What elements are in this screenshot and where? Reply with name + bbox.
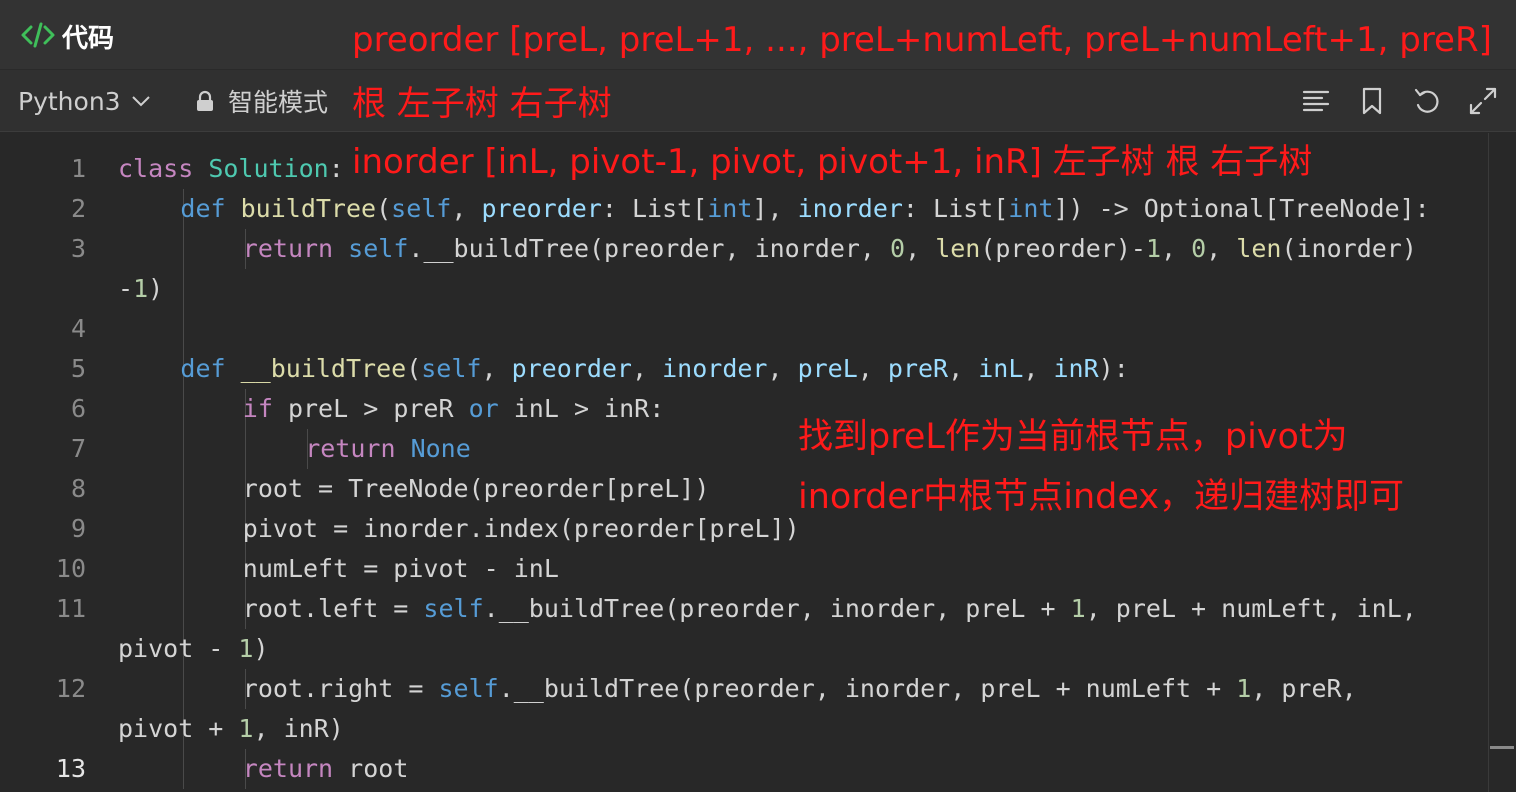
language-label: Python3 bbox=[18, 86, 121, 116]
smart-mode-toggle[interactable]: 智能模式 bbox=[196, 84, 328, 118]
indent-guide bbox=[183, 309, 184, 349]
line-number: 11 bbox=[55, 594, 86, 623]
code-text: if preL > preR or inL > inR: bbox=[242, 394, 665, 423]
indent-guide bbox=[183, 669, 184, 709]
format-icon[interactable] bbox=[1301, 86, 1331, 116]
line-number: 3 bbox=[70, 234, 86, 263]
code-line[interactable]: 10 numLeft = pivot - inL bbox=[0, 549, 1516, 589]
code-line[interactable]: pivot + 1, inR) bbox=[0, 709, 1516, 749]
line-number: 9 bbox=[70, 514, 86, 543]
language-select[interactable]: Python3 bbox=[18, 84, 151, 118]
code-text: return None bbox=[305, 434, 471, 463]
annotation-preorder-parts: 根 左子树 右子树 bbox=[352, 84, 612, 124]
code-text: root.right = self.__buildTree(preorder, … bbox=[242, 674, 1357, 703]
code-editor[interactable]: 1 class Solution: 2 def buildTree(self, pre… bbox=[0, 133, 1516, 792]
line-number: 8 bbox=[70, 474, 86, 503]
line-number: 1 bbox=[70, 154, 86, 183]
chevron-down-icon bbox=[131, 96, 150, 107]
annotation-preorder-range: preorder [preL, preL+1, ..., preL+numLef… bbox=[352, 20, 1492, 60]
indent-guide bbox=[183, 549, 184, 589]
indent-guide bbox=[183, 429, 184, 469]
code-text: return root bbox=[242, 754, 409, 783]
code-text: root = TreeNode(preorder[preL]) bbox=[242, 474, 710, 503]
annotation-inorder-range: inorder [inL, pivot-1, pivot, pivot+1, i… bbox=[352, 142, 1313, 182]
scrollbar-marker bbox=[1490, 746, 1514, 749]
indent-guide bbox=[183, 389, 184, 429]
line-number: 12 bbox=[55, 674, 86, 703]
code-line[interactable]: 5 def __buildTree(self, preorder, inorder… bbox=[0, 349, 1516, 389]
indent-guide bbox=[245, 429, 246, 469]
bookmark-icon[interactable] bbox=[1357, 86, 1387, 116]
code-line[interactable]: 3 return self.__buildTree(preorder, inord… bbox=[0, 229, 1516, 269]
editor-toolbar: Python3 智能模式 bbox=[0, 70, 1516, 132]
code-line[interactable]: 12 root.right = self.__buildTree(preorder… bbox=[0, 669, 1516, 709]
line-number: 13 bbox=[55, 754, 86, 783]
code-line[interactable]: -1) bbox=[0, 269, 1516, 309]
line-number: 2 bbox=[70, 194, 86, 223]
indent-guide bbox=[183, 469, 184, 509]
code-text: def buildTree(self, preorder: List[int],… bbox=[180, 194, 1430, 223]
code-text: return self.__buildTree(preorder, inorde… bbox=[242, 234, 1417, 263]
code-text: pivot - 1) bbox=[118, 634, 269, 663]
fullscreen-icon[interactable] bbox=[1468, 86, 1498, 116]
code-text: pivot = inorder.index(preorder[preL]) bbox=[242, 514, 800, 543]
line-number: 6 bbox=[70, 394, 86, 423]
smart-mode-label: 智能模式 bbox=[228, 88, 329, 117]
code-line[interactable]: 4 bbox=[0, 309, 1516, 349]
indent-guide bbox=[183, 749, 184, 789]
code-icon bbox=[21, 22, 55, 48]
code-text: pivot + 1, inR) bbox=[118, 714, 344, 743]
line-number: 4 bbox=[70, 314, 86, 343]
vertical-scrollbar[interactable] bbox=[1488, 133, 1516, 792]
code-line[interactable]: pivot - 1) bbox=[0, 629, 1516, 669]
code-line[interactable]: 11 root.left = self.__buildTree(preorder,… bbox=[0, 589, 1516, 629]
indent-guide bbox=[183, 589, 184, 629]
indent-guide bbox=[183, 269, 184, 309]
indent-guide bbox=[183, 509, 184, 549]
annotation-note-2: inorder中根节点index，递归建树即可 bbox=[798, 477, 1404, 517]
code-text: def __buildTree(self, preorder, inorder,… bbox=[180, 354, 1129, 383]
lock-icon bbox=[197, 90, 213, 111]
line-number: 10 bbox=[55, 554, 86, 583]
indent-guide bbox=[183, 229, 184, 269]
code-text: class Solution: bbox=[118, 154, 344, 183]
code-text: root.left = self.__buildTree(preorder, i… bbox=[242, 594, 1417, 623]
annotation-note-1: 找到preL作为当前根节点，pivot为 bbox=[798, 417, 1348, 457]
code-text: numLeft = pivot - inL bbox=[242, 554, 559, 583]
line-number: 7 bbox=[70, 434, 86, 463]
code-line[interactable]: 2 def buildTree(self, preorder: List[int]… bbox=[0, 189, 1516, 229]
code-text: -1) bbox=[118, 274, 164, 303]
code-line[interactable]: 13 return root bbox=[0, 749, 1516, 789]
panel-title: 代码 bbox=[62, 24, 115, 54]
line-number: 5 bbox=[70, 354, 86, 383]
reset-icon[interactable] bbox=[1412, 86, 1442, 116]
